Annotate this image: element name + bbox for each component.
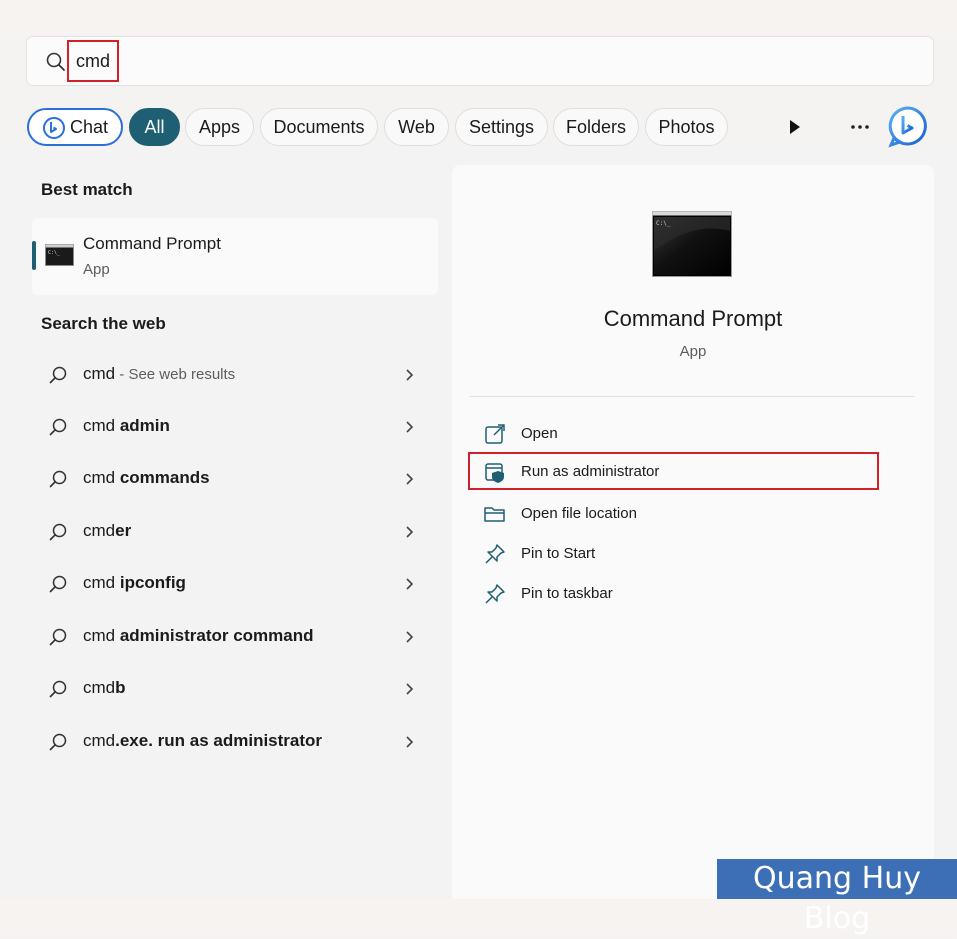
detail-panel: C:\_ Command Prompt App Open Run as admi…	[452, 165, 934, 899]
filter-all[interactable]: All	[129, 108, 180, 146]
more-filters-play-icon[interactable]	[784, 116, 806, 138]
web-result-item[interactable]: cmder	[32, 510, 438, 554]
svg-text:C:\_: C:\_	[48, 250, 61, 256]
best-match-name: Command Prompt	[83, 234, 221, 253]
bing-icon[interactable]	[888, 106, 928, 148]
best-match-heading: Best match	[41, 180, 133, 199]
web-result-text: cmd ipconfig	[83, 573, 186, 592]
chevron-right-icon	[406, 473, 414, 485]
pin-icon	[485, 544, 505, 564]
pin-icon	[485, 584, 505, 604]
more-options-icon[interactable]	[849, 116, 871, 138]
web-result-item[interactable]: cmd commands	[32, 457, 438, 501]
selection-indicator	[32, 241, 36, 270]
search-icon	[46, 52, 65, 71]
web-result-item[interactable]: cmdb	[32, 667, 438, 711]
pin-to-taskbar-action[interactable]: Pin to taskbar	[470, 575, 870, 611]
best-match-result[interactable]: C:\_ Command Prompt App	[32, 218, 438, 295]
chevron-right-icon	[406, 736, 414, 748]
open-file-location-label: Open file location	[521, 505, 637, 522]
web-result-item[interactable]: cmd ipconfig	[32, 562, 438, 606]
search-icon	[49, 366, 67, 384]
chevron-right-icon	[406, 421, 414, 433]
command-prompt-large-icon: C:\_	[652, 211, 732, 277]
web-result-text: cmder	[83, 521, 132, 540]
pin-to-start-label: Pin to Start	[521, 545, 596, 562]
filter-folders[interactable]: Folders	[553, 108, 639, 146]
search-icon	[49, 418, 67, 436]
watermark: Quang Huy Blog	[717, 859, 957, 936]
web-result-text: cmd admin	[83, 416, 170, 435]
web-result-text: cmd administrator command	[83, 626, 314, 645]
chevron-right-icon	[406, 683, 414, 695]
chevron-right-icon	[406, 369, 414, 381]
run-as-administrator-label: Run as administrator	[521, 463, 660, 480]
run-as-administrator-action[interactable]: Run as administrator	[468, 452, 879, 490]
open-file-location-action[interactable]: Open file location	[470, 495, 870, 531]
search-icon	[49, 628, 67, 646]
filter-settings[interactable]: Settings	[455, 108, 548, 146]
chevron-right-icon	[406, 526, 414, 538]
web-result-item[interactable]: cmd.exe. run as administrator	[32, 720, 438, 764]
detail-app-type: App	[679, 343, 707, 360]
search-icon	[49, 523, 67, 541]
search-icon	[49, 733, 67, 751]
chat-filter-button[interactable]: Chat	[27, 108, 123, 146]
svg-text:C:\_: C:\_	[656, 220, 671, 227]
web-result-item[interactable]: cmd admin	[32, 405, 438, 449]
web-result-text: cmdb	[83, 678, 126, 697]
search-icon	[49, 575, 67, 593]
chat-filter-label: Chat	[69, 117, 109, 137]
filter-photos[interactable]: Photos	[645, 108, 728, 146]
pin-to-start-action[interactable]: Pin to Start	[470, 535, 870, 571]
web-result-text: cmd commands	[83, 468, 210, 487]
filter-documents[interactable]: Documents	[260, 108, 378, 146]
open-action[interactable]: Open	[470, 415, 870, 451]
web-result-text: cmd - See web results	[83, 364, 236, 383]
admin-shield-icon	[485, 463, 504, 483]
folder-icon	[484, 507, 505, 522]
search-icon	[49, 470, 67, 488]
search-web-heading: Search the web	[41, 314, 166, 333]
search-icon	[49, 680, 67, 698]
search-input[interactable]: cmd	[67, 40, 119, 82]
open-external-icon	[485, 424, 505, 444]
search-bar[interactable]: cmd	[26, 36, 934, 86]
chevron-right-icon	[406, 578, 414, 590]
divider	[470, 396, 914, 397]
chevron-right-icon	[406, 631, 414, 643]
filter-apps[interactable]: Apps	[185, 108, 254, 146]
pin-to-taskbar-label: Pin to taskbar	[521, 585, 613, 602]
bing-chat-icon	[42, 117, 65, 140]
filter-web[interactable]: Web	[384, 108, 449, 146]
command-prompt-icon: C:\_	[45, 244, 74, 266]
open-label: Open	[521, 425, 558, 442]
web-result-text: cmd.exe. run as administrator	[83, 731, 323, 750]
web-result-item[interactable]: cmd administrator command	[32, 615, 438, 659]
detail-app-name: Command Prompt	[603, 306, 783, 331]
web-result-item[interactable]: cmd - See web results	[32, 353, 438, 397]
best-match-type: App	[83, 261, 110, 278]
